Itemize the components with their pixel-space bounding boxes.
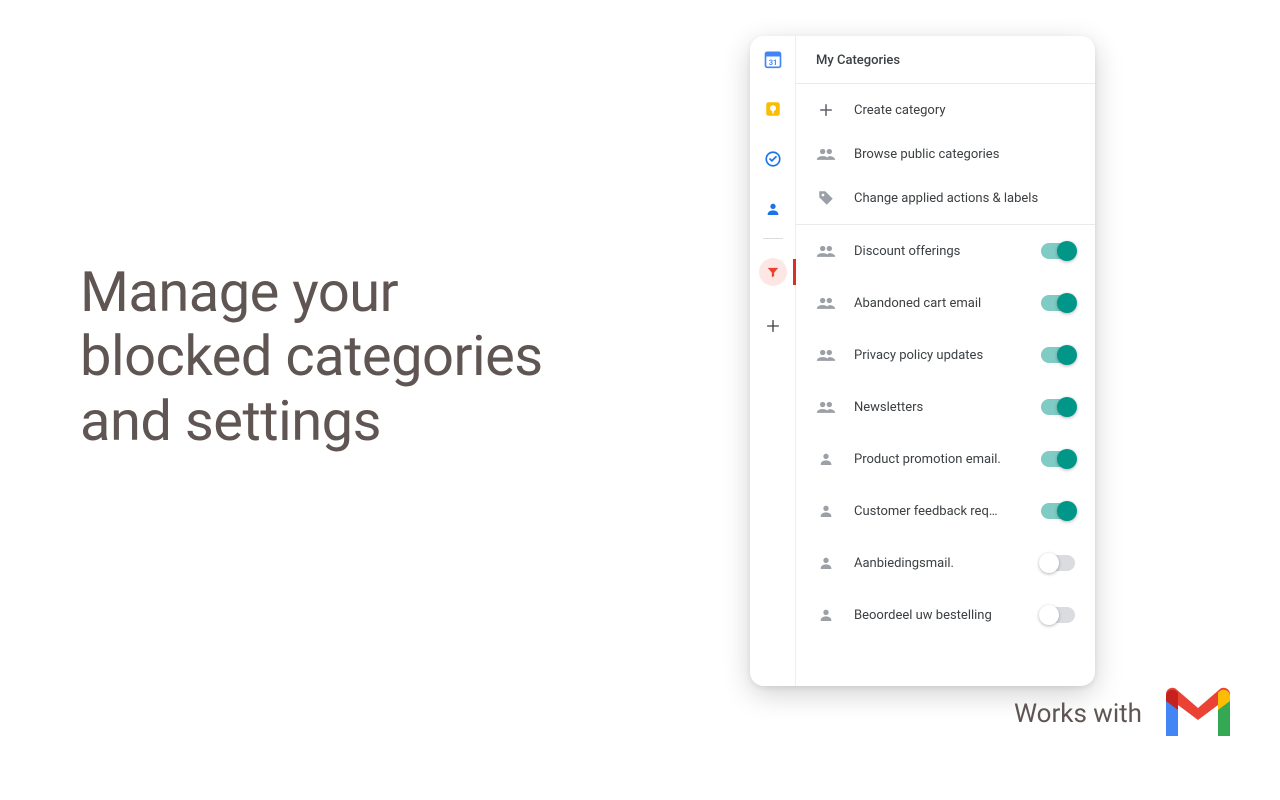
person-icon — [816, 449, 836, 469]
categories-panel: 31 My Categories — [750, 36, 1095, 686]
category-toggle[interactable] — [1041, 451, 1075, 467]
group-icon — [816, 397, 836, 417]
panel-title: My Categories — [796, 36, 1095, 84]
person-icon — [816, 553, 836, 573]
person-icon — [816, 501, 836, 521]
filter-icon[interactable] — [750, 257, 796, 287]
tag-icon — [816, 188, 836, 208]
group-icon — [816, 293, 836, 313]
create-category-button[interactable]: Create category — [796, 88, 1095, 132]
category-label: Beoordeel uw bestelling — [854, 608, 1023, 623]
category-row: Newsletters — [796, 381, 1095, 433]
keep-icon[interactable] — [762, 98, 784, 120]
category-toggle[interactable] — [1041, 607, 1075, 623]
category-row: Beoordeel uw bestelling — [796, 589, 1095, 641]
change-actions-button[interactable]: Change applied actions & labels — [796, 176, 1095, 220]
create-category-label: Create category — [854, 103, 946, 118]
sidebar-divider — [763, 238, 783, 239]
category-label: Product promotion email. — [854, 452, 1023, 467]
tasks-icon[interactable] — [762, 148, 784, 170]
panel-title-text: My Categories — [816, 53, 900, 68]
group-icon — [816, 345, 836, 365]
category-toggle[interactable] — [1041, 555, 1075, 571]
side-rail: 31 — [750, 36, 796, 686]
category-toggle[interactable] — [1041, 399, 1075, 415]
plus-icon[interactable] — [762, 315, 784, 337]
category-label: Newsletters — [854, 400, 1023, 415]
category-row: Product promotion email. — [796, 433, 1095, 485]
category-row: Customer feedback req… — [796, 485, 1095, 537]
gmail-logo-icon — [1160, 684, 1236, 744]
person-icon — [816, 605, 836, 625]
contacts-icon[interactable] — [762, 198, 784, 220]
browse-public-label: Browse public categories — [854, 147, 999, 162]
panel-main: My Categories Create category Browse pub… — [796, 36, 1095, 686]
category-label: Discount offerings — [854, 244, 1023, 259]
group-icon — [816, 241, 836, 261]
footer: Works with — [1014, 684, 1236, 744]
category-toggle[interactable] — [1041, 503, 1075, 519]
category-row: Aanbiedingsmail. — [796, 537, 1095, 589]
plus-icon — [816, 100, 836, 120]
category-label: Privacy policy updates — [854, 348, 1023, 363]
group-icon — [816, 144, 836, 164]
category-list: Discount offerings Abandoned cart email Pr… — [796, 225, 1095, 686]
category-label: Abandoned cart email — [854, 296, 1023, 311]
category-toggle[interactable] — [1041, 243, 1075, 259]
browse-public-button[interactable]: Browse public categories — [796, 132, 1095, 176]
category-toggle[interactable] — [1041, 295, 1075, 311]
page-headline-text: Manage yourblocked categoriesand setting… — [80, 259, 543, 454]
panel-actions: Create category Browse public categories… — [796, 84, 1095, 225]
works-with-label: Works with — [1014, 699, 1142, 729]
calendar-icon[interactable]: 31 — [762, 48, 784, 70]
category-label: Aanbiedingsmail. — [854, 556, 1023, 571]
category-row: Discount offerings — [796, 225, 1095, 277]
page-headline: Manage yourblocked categoriesand setting… — [80, 260, 543, 453]
category-toggle[interactable] — [1041, 347, 1075, 363]
category-row: Privacy policy updates — [796, 329, 1095, 381]
change-actions-label: Change applied actions & labels — [854, 191, 1038, 206]
category-row: Abandoned cart email — [796, 277, 1095, 329]
category-label: Customer feedback req… — [854, 504, 1023, 519]
svg-text:31: 31 — [768, 58, 777, 67]
